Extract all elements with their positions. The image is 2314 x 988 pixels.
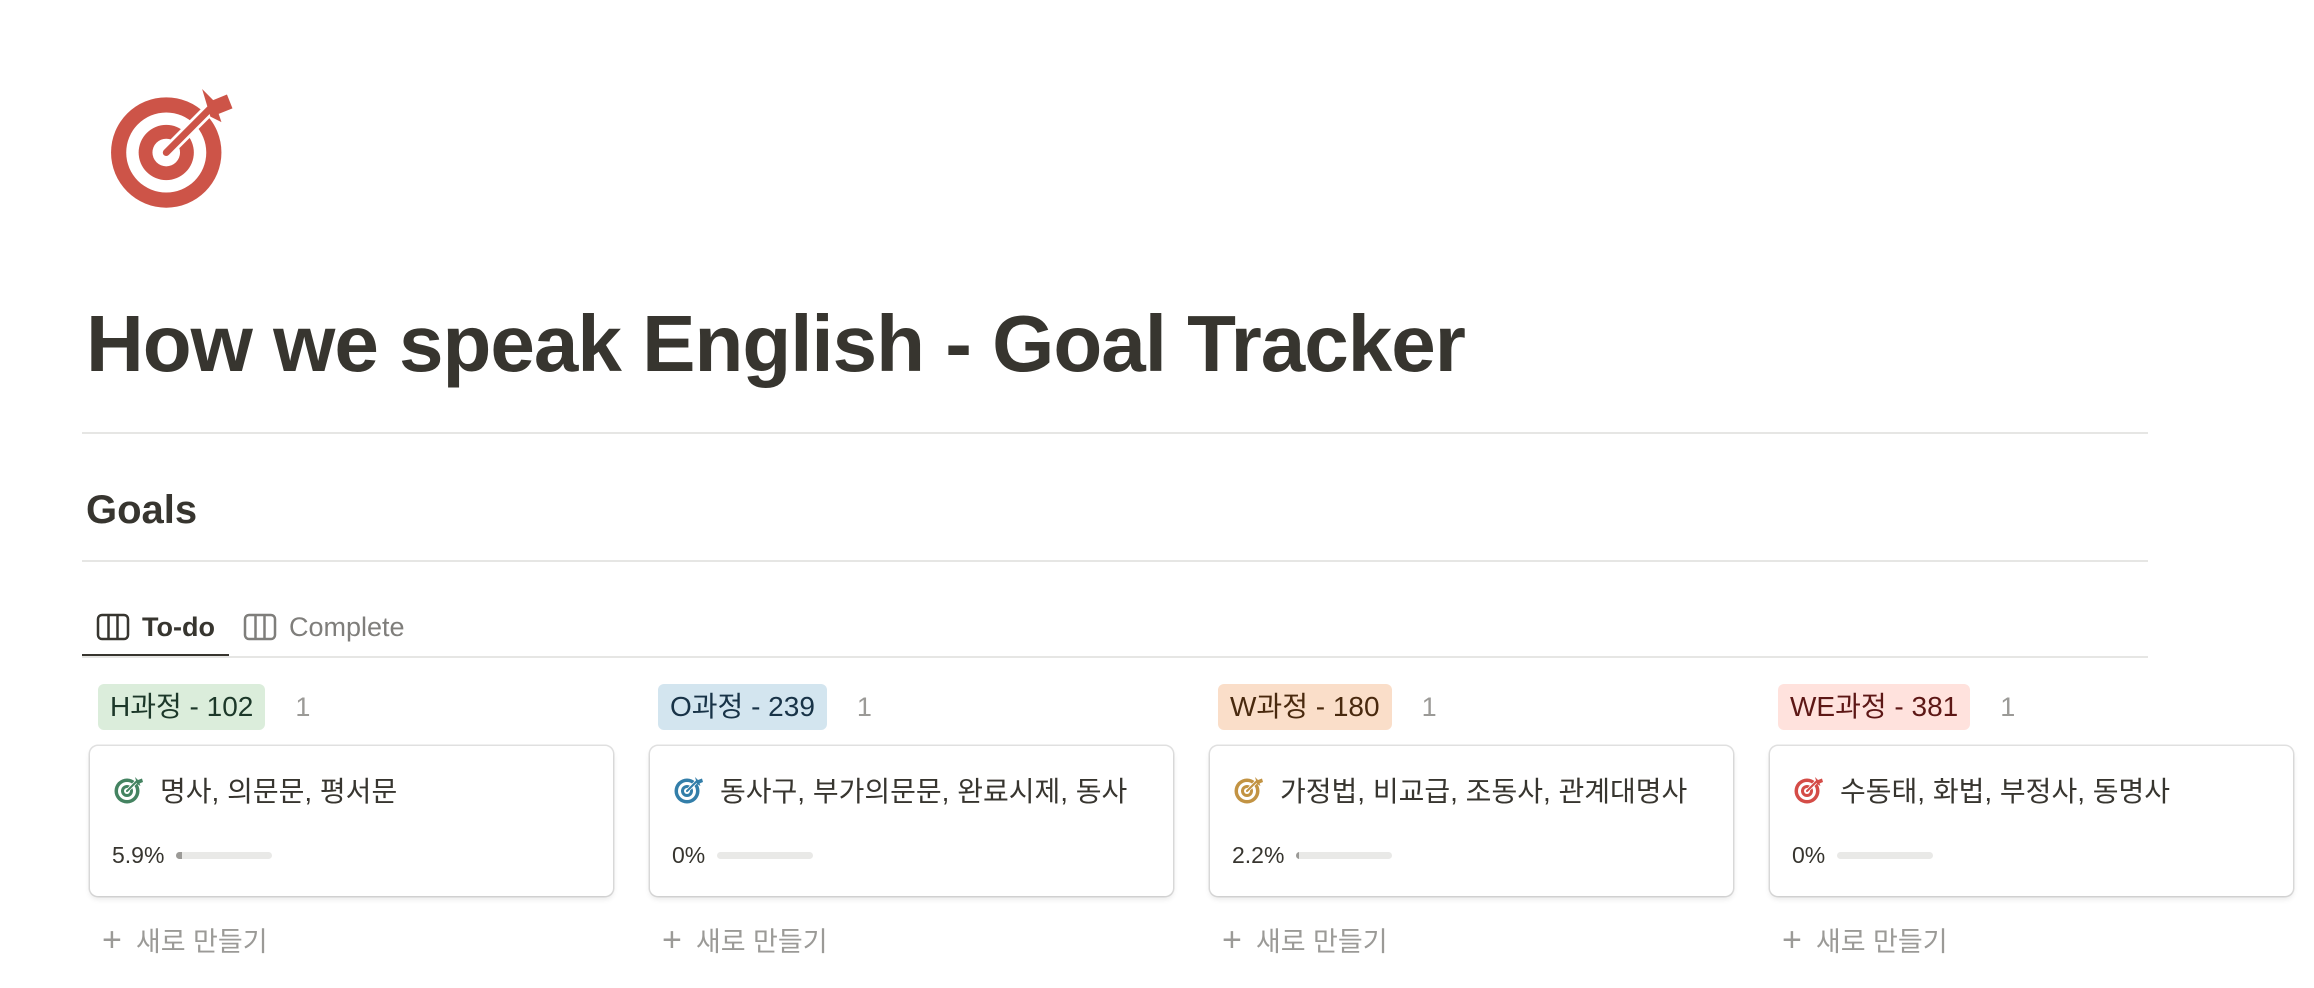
progress-value: 2.2% <box>1232 842 1285 868</box>
tab-to-do[interactable]: To-do <box>82 596 229 658</box>
progress-value: 0% <box>1792 842 1826 868</box>
card-title-text: 동사구, 부가의문문, 완료시제, 동사 <box>720 776 1128 807</box>
column-tag: H과정 - 102 <box>98 684 266 730</box>
board-icon <box>243 613 277 641</box>
plus-icon: + <box>102 920 122 959</box>
progress-bar <box>1296 852 1393 859</box>
goal-card[interactable]: 수동태, 화법, 부정사, 동명사 0% <box>1770 746 2293 896</box>
column-count: 1 <box>856 691 872 722</box>
board-icon <box>96 613 130 641</box>
new-card-button[interactable]: + 새로 만들기 <box>90 920 613 959</box>
card-title: 가정법, 비교급, 조동사, 관계대명사 <box>1232 770 1687 810</box>
progress: 0% <box>672 842 814 869</box>
goal-card[interactable]: 가정법, 비교급, 조동사, 관계대명사 2.2% <box>1210 746 1733 896</box>
goal-card[interactable]: 동사구, 부가의문문, 완료시제, 동사 0% <box>650 746 1173 896</box>
column-header[interactable]: WE과정 - 381 1 <box>1770 682 2293 732</box>
target-icon <box>1234 777 1263 804</box>
tab-complete[interactable]: Complete <box>229 596 419 658</box>
new-card-button[interactable]: + 새로 만들기 <box>1770 920 2293 959</box>
progress-fill <box>176 852 183 859</box>
new-card-label: 새로 만들기 <box>1255 927 1388 957</box>
board-column-we: WE과정 - 381 1 수동태, 화법, 부정사, 동명사 0% + 새로 만… <box>1770 682 2293 959</box>
card-title-text: 명사, 의문문, 평서문 <box>160 776 398 807</box>
card-title: 명사, 의문문, 평서문 <box>112 770 397 810</box>
tabs-divider <box>82 656 2148 658</box>
page: How we speak English - Goal Tracker Goal… <box>0 0 2314 988</box>
progress-bar <box>176 852 273 859</box>
target-icon[interactable] <box>100 78 238 216</box>
section-title[interactable]: Goals <box>86 490 197 530</box>
progress: 5.9% <box>112 842 273 869</box>
board-column-w: W과정 - 180 1 가정법, 비교급, 조동사, 관계대명사 2.2% + … <box>1210 682 1733 959</box>
column-header[interactable]: W과정 - 180 1 <box>1210 682 1733 732</box>
progress-fill <box>1296 852 1299 859</box>
target-icon <box>114 777 143 804</box>
progress-bar <box>717 852 814 859</box>
view-tabs: To-do Complete <box>82 596 419 658</box>
new-card-label: 새로 만들기 <box>1815 927 1948 957</box>
column-tag: W과정 - 180 <box>1218 684 1392 730</box>
new-card-label: 새로 만들기 <box>135 927 268 957</box>
target-icon <box>674 777 703 804</box>
card-title-text: 가정법, 비교급, 조동사, 관계대명사 <box>1280 776 1688 807</box>
card-title: 동사구, 부가의문문, 완료시제, 동사 <box>672 770 1127 810</box>
board-column-o: O과정 - 239 1 동사구, 부가의문문, 완료시제, 동사 0% + 새로… <box>650 682 1173 959</box>
plus-icon: + <box>662 920 682 959</box>
board-column-h: H과정 - 102 1 명사, 의문문, 평서문 5.9% + 새로 만들기 <box>90 682 613 959</box>
goal-card[interactable]: 명사, 의문문, 평서문 5.9% <box>90 746 613 896</box>
tab-label: To-do <box>142 611 215 642</box>
progress-value: 5.9% <box>112 842 165 868</box>
progress-bar <box>1837 852 1934 859</box>
progress-value: 0% <box>672 842 706 868</box>
section-divider <box>82 560 2148 562</box>
new-card-label: 새로 만들기 <box>695 927 828 957</box>
plus-icon: + <box>1782 920 1802 959</box>
new-card-button[interactable]: + 새로 만들기 <box>1210 920 1733 959</box>
column-tag: WE과정 - 381 <box>1778 684 1971 730</box>
column-header[interactable]: H과정 - 102 1 <box>90 682 613 732</box>
column-tag: O과정 - 239 <box>658 684 827 730</box>
card-title: 수동태, 화법, 부정사, 동명사 <box>1792 770 2170 810</box>
target-icon <box>1794 777 1823 804</box>
column-header[interactable]: O과정 - 239 1 <box>650 682 1173 732</box>
card-title-text: 수동태, 화법, 부정사, 동명사 <box>1840 776 2171 807</box>
new-card-button[interactable]: + 새로 만들기 <box>650 920 1173 959</box>
board: H과정 - 102 1 명사, 의문문, 평서문 5.9% + 새로 만들기 O… <box>90 682 2293 959</box>
tab-label: Complete <box>288 611 405 642</box>
column-count: 1 <box>2000 691 2016 722</box>
title-divider <box>82 432 2148 434</box>
column-count: 1 <box>1421 691 1437 722</box>
progress: 2.2% <box>1232 842 1393 869</box>
page-title[interactable]: How we speak English - Goal Tracker <box>86 300 1466 388</box>
plus-icon: + <box>1222 920 1242 959</box>
progress: 0% <box>1792 842 1934 869</box>
column-count: 1 <box>295 691 311 722</box>
